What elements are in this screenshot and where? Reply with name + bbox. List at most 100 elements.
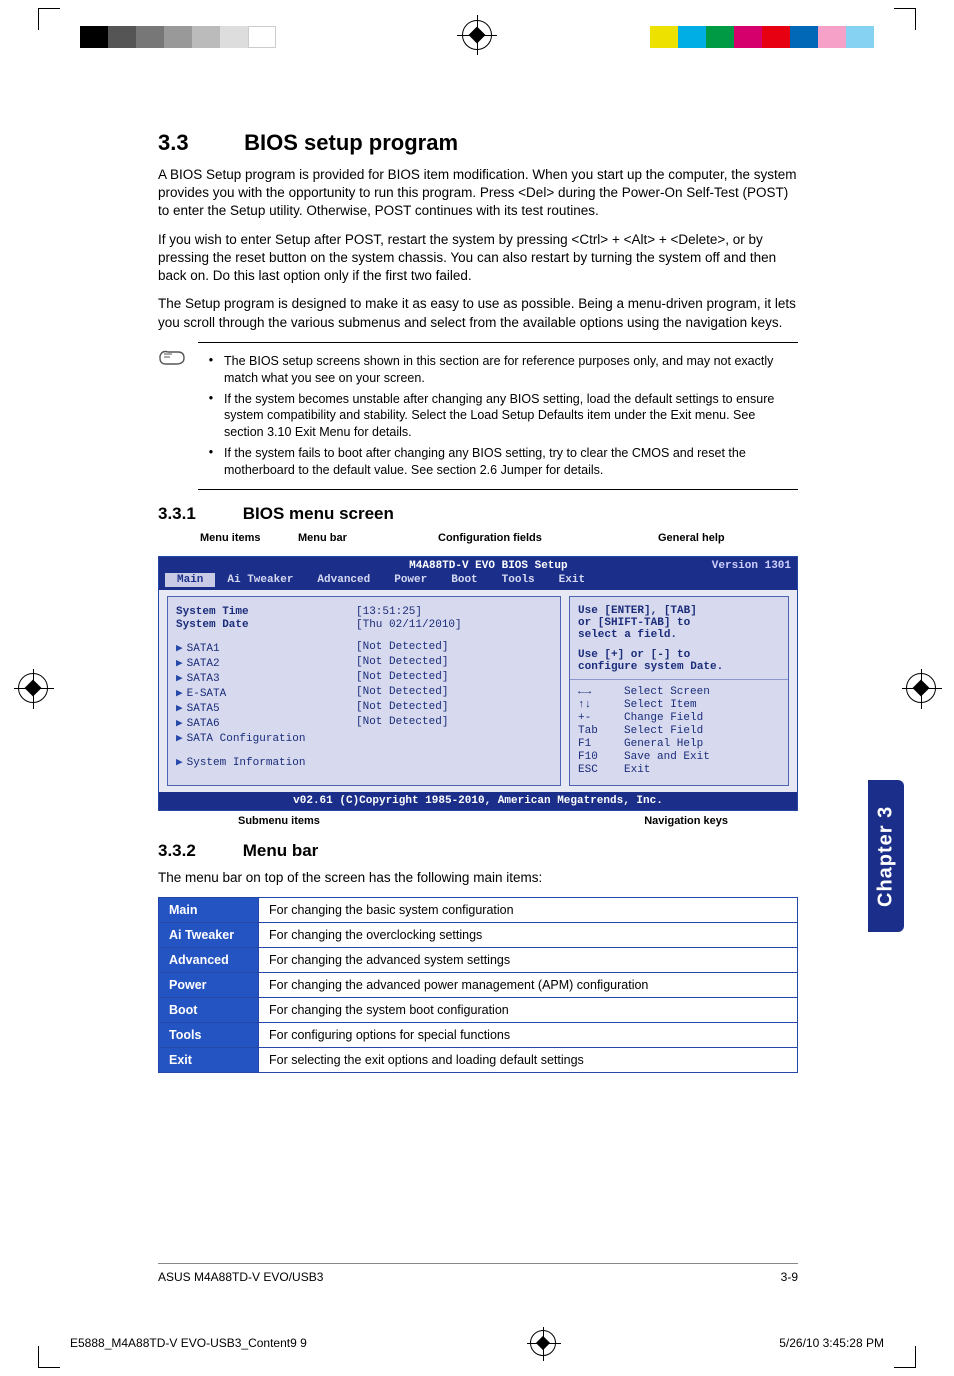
subsection-heading: 3.3.1 BIOS menu screen <box>158 504 798 524</box>
table-header: Ai Tweaker <box>159 923 259 948</box>
bios-title: M4A88TD-V EVO BIOS Setup <box>265 560 712 572</box>
bios-item[interactable]: E-SATA <box>187 688 227 700</box>
table-cell: For selecting the exit options and loadi… <box>259 1048 798 1073</box>
subsection-title: Menu bar <box>243 841 319 860</box>
note-item: If the system becomes unstable after cha… <box>224 391 798 442</box>
print-marks-top <box>0 0 954 70</box>
note-item: If the system fails to boot after changi… <box>224 445 798 479</box>
nav-key: Tab <box>578 725 624 737</box>
bios-item[interactable]: System Information <box>187 757 306 769</box>
table-header: Power <box>159 973 259 998</box>
registration-mark-icon <box>906 673 936 703</box>
registration-mark-icon <box>18 673 48 703</box>
nav-action: Exit <box>624 764 650 776</box>
bios-field-value: [Not Detected] <box>356 656 448 670</box>
bios-tab-power[interactable]: Power <box>382 573 439 587</box>
bios-item[interactable]: SATA6 <box>187 718 220 730</box>
help-line: Use [+] or [-] to <box>578 649 780 661</box>
bios-tab-boot[interactable]: Boot <box>439 573 489 587</box>
bios-field-label: System Time <box>176 606 356 618</box>
nav-action: Change Field <box>624 712 703 724</box>
callout-label: Navigation keys <box>644 815 728 827</box>
hand-note-icon <box>158 344 186 366</box>
crop-mark <box>38 8 60 30</box>
table-header: Advanced <box>159 948 259 973</box>
table-cell: For changing the overclocking settings <box>259 923 798 948</box>
bios-help-panel: Use [ENTER], [TAB] or [SHIFT-TAB] to sel… <box>569 596 789 786</box>
note-block: •The BIOS setup screens shown in this se… <box>158 342 798 490</box>
table-header: Main <box>159 898 259 923</box>
bios-copyright: v02.61 (C)Copyright 1985-2010, American … <box>159 792 797 810</box>
nav-key: +- <box>578 712 624 724</box>
body-paragraph: If you wish to enter Setup after POST, r… <box>158 231 798 286</box>
section-number: 3.3 <box>158 130 238 156</box>
bios-field-value: [Not Detected] <box>356 686 448 700</box>
diagram-callouts-top: Menu items Menu bar Configuration fields… <box>158 532 798 552</box>
body-paragraph: A BIOS Setup program is provided for BIO… <box>158 166 798 221</box>
help-line: or [SHIFT-TAB] to <box>578 617 780 629</box>
table-cell: For changing the advanced power manageme… <box>259 973 798 998</box>
crop-mark <box>38 1346 60 1368</box>
callout-label: Configuration fields <box>438 532 542 544</box>
crop-mark <box>894 8 916 30</box>
help-line: configure system Date. <box>578 661 780 673</box>
bios-item[interactable]: SATA5 <box>187 703 220 715</box>
subsection-number: 3.3.1 <box>158 504 238 524</box>
crop-mark <box>894 1346 916 1368</box>
nav-key: ↑↓ <box>578 699 624 711</box>
table-header: Tools <box>159 1023 259 1048</box>
bios-field-value: [Not Detected] <box>356 716 448 730</box>
nav-action: Save and Exit <box>624 751 710 763</box>
nav-key: F10 <box>578 751 624 763</box>
table-header: Boot <box>159 998 259 1023</box>
page-content: 3.3 BIOS setup program A BIOS Setup prog… <box>158 130 798 1073</box>
body-paragraph: The menu bar on top of the screen has th… <box>158 869 798 887</box>
subsection-heading: 3.3.2 Menu bar <box>158 841 798 861</box>
page-footer: ASUS M4A88TD-V EVO/USB3 3-9 <box>158 1263 798 1284</box>
table-cell: For changing the system boot configurati… <box>259 998 798 1023</box>
registration-mark-icon <box>462 20 492 50</box>
swatch-row-gray <box>80 26 276 48</box>
nav-action: Select Field <box>624 725 703 737</box>
bios-field-label: System Date <box>176 619 356 631</box>
table-header: Exit <box>159 1048 259 1073</box>
section-title-text: BIOS setup program <box>244 130 458 155</box>
diagram-callouts-bottom: Submenu items Navigation keys <box>158 815 798 827</box>
swatch-row-color <box>650 26 874 48</box>
bios-tab-tools[interactable]: Tools <box>490 573 547 587</box>
callout-label: Menu bar <box>298 532 347 544</box>
note-item: The BIOS setup screens shown in this sec… <box>224 353 798 387</box>
menubar-items-table: MainFor changing the basic system config… <box>158 897 798 1073</box>
subsection-number: 3.3.2 <box>158 841 238 861</box>
bios-version: Version 1301 <box>712 560 791 572</box>
nav-action: Select Item <box>624 699 697 711</box>
subsection-title: BIOS menu screen <box>243 504 394 523</box>
bios-field-value: [Not Detected] <box>356 701 448 715</box>
bios-menu-bar: Main Ai Tweaker Advanced Power Boot Tool… <box>159 573 797 590</box>
bios-tab-ai-tweaker[interactable]: Ai Tweaker <box>215 573 305 587</box>
callout-label: Menu items <box>200 532 261 544</box>
bios-item[interactable]: SATA2 <box>187 658 220 670</box>
bios-tab-main[interactable]: Main <box>165 573 215 587</box>
nav-key: ←→ <box>578 686 624 698</box>
help-line: Use [ENTER], [TAB] <box>578 605 780 617</box>
bios-item[interactable]: SATA3 <box>187 673 220 685</box>
body-paragraph: The Setup program is designed to make it… <box>158 295 798 331</box>
bios-main-panel: System Time[13:51:25] System Date[Thu 02… <box>167 596 561 786</box>
bios-item[interactable]: SATA Configuration <box>187 733 306 745</box>
section-heading: 3.3 BIOS setup program <box>158 130 798 156</box>
bios-field-value: [Not Detected] <box>356 641 448 655</box>
nav-action: General Help <box>624 738 703 750</box>
bios-tab-advanced[interactable]: Advanced <box>305 573 382 587</box>
bios-field-value: [Not Detected] <box>356 671 448 685</box>
footer-model: ASUS M4A88TD-V EVO/USB3 <box>158 1270 323 1284</box>
bios-tab-exit[interactable]: Exit <box>547 573 597 587</box>
nav-key: ESC <box>578 764 624 776</box>
print-marks-bottom <box>0 1328 954 1376</box>
bios-field-value[interactable]: [13:51:25] <box>356 606 422 618</box>
nav-key: F1 <box>578 738 624 750</box>
bios-field-value[interactable]: [Thu 02/11/2010] <box>356 619 462 631</box>
bios-item[interactable]: SATA1 <box>187 643 220 655</box>
callout-label: General help <box>658 532 725 544</box>
table-cell: For changing the advanced system setting… <box>259 948 798 973</box>
